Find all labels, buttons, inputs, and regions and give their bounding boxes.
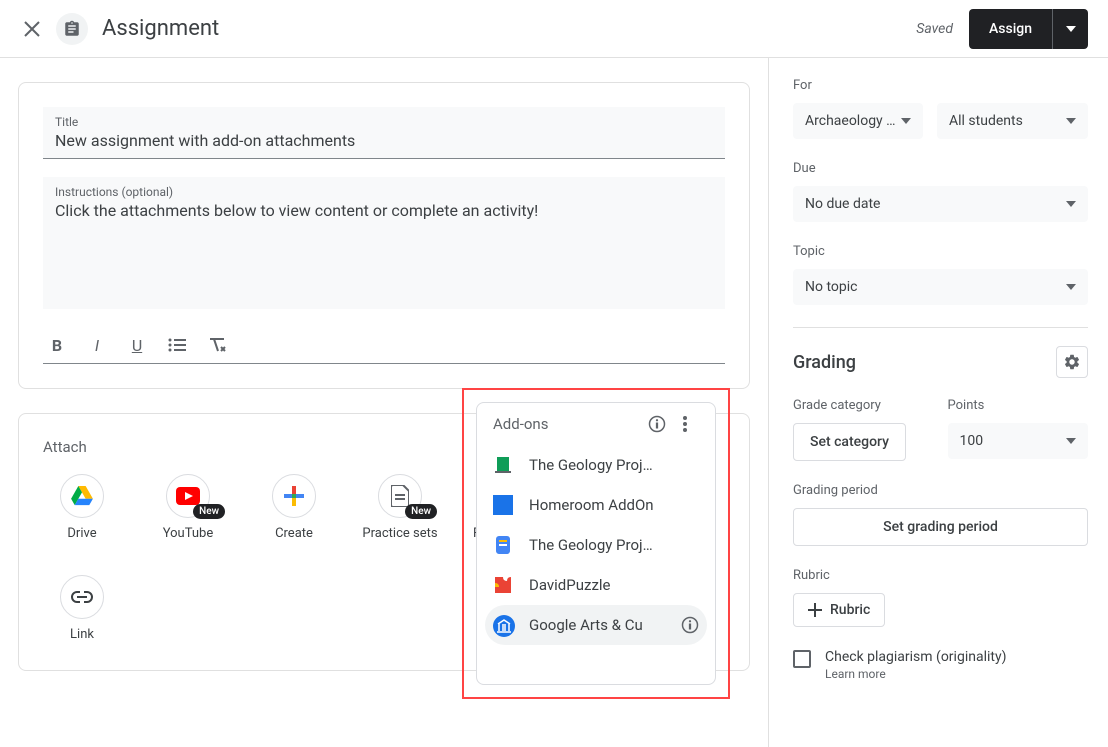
points-select[interactable]: 100 bbox=[948, 423, 1089, 459]
plus-icon bbox=[808, 603, 822, 617]
addon-item-arts-culture[interactable]: Google Arts & Cu bbox=[485, 605, 707, 645]
underline-button[interactable]: U bbox=[127, 335, 147, 355]
clipboard-icon bbox=[63, 20, 81, 38]
assign-dropdown-button[interactable] bbox=[1052, 9, 1088, 49]
close-button[interactable] bbox=[20, 17, 44, 41]
set-period-button[interactable]: Set grading period bbox=[793, 508, 1088, 546]
addon-item-geology-1[interactable]: The Geology Proj… bbox=[477, 445, 715, 485]
gear-icon bbox=[1063, 353, 1081, 371]
attach-youtube[interactable]: New YouTube bbox=[149, 474, 227, 543]
learn-more-link[interactable]: Learn more bbox=[825, 667, 1006, 681]
close-icon bbox=[24, 21, 40, 37]
plagiarism-checkbox[interactable] bbox=[793, 650, 811, 668]
assignment-type-icon bbox=[56, 13, 88, 45]
addon-info-button[interactable] bbox=[681, 616, 699, 634]
students-select[interactable]: All students bbox=[937, 103, 1088, 139]
title-input[interactable]: New assignment with add-on attachments bbox=[55, 131, 713, 150]
due-date-select[interactable]: No due date bbox=[793, 186, 1088, 222]
content-card: Title New assignment with add-on attachm… bbox=[18, 82, 750, 389]
document-icon bbox=[391, 485, 409, 507]
drive-icon bbox=[71, 486, 93, 506]
for-label: For bbox=[793, 78, 1088, 93]
addon-icon bbox=[493, 455, 513, 475]
topic-select[interactable]: No topic bbox=[793, 269, 1088, 305]
clear-format-icon bbox=[208, 337, 226, 353]
new-badge: New bbox=[193, 504, 225, 519]
addon-icon bbox=[493, 535, 513, 555]
app-header: Assignment Saved Assign bbox=[0, 0, 1108, 58]
bold-button[interactable]: B bbox=[47, 335, 67, 355]
due-label: Due bbox=[793, 161, 1088, 176]
attach-create[interactable]: Create bbox=[255, 474, 333, 543]
title-label: Title bbox=[55, 115, 713, 129]
addons-highlight-box: Add-ons The Geology Proj… Homeroom AddOn… bbox=[462, 388, 730, 699]
addon-icon bbox=[493, 495, 513, 515]
plus-color-icon bbox=[284, 486, 304, 506]
class-select[interactable]: Archaeology … bbox=[793, 103, 923, 139]
more-vert-icon bbox=[683, 416, 687, 432]
plagiarism-row: Check plagiarism (originality) Learn mor… bbox=[793, 649, 1088, 681]
caret-down-icon bbox=[1066, 118, 1076, 124]
category-label: Grade category bbox=[793, 398, 934, 413]
italic-button[interactable]: I bbox=[87, 335, 107, 355]
attach-practice-sets[interactable]: New Practice sets bbox=[361, 474, 439, 543]
set-category-button[interactable]: Set category bbox=[793, 423, 906, 461]
youtube-icon bbox=[176, 487, 200, 505]
caret-down-icon bbox=[1066, 26, 1076, 32]
topic-label: Topic bbox=[793, 244, 1088, 259]
plagiarism-label: Check plagiarism (originality) bbox=[825, 649, 1006, 665]
addons-info-button[interactable] bbox=[643, 415, 671, 433]
info-icon bbox=[648, 415, 666, 433]
addon-item-homeroom[interactable]: Homeroom AddOn bbox=[477, 485, 715, 525]
save-status: Saved bbox=[916, 21, 953, 37]
instructions-field[interactable]: Instructions (optional) Click the attach… bbox=[43, 177, 725, 309]
divider bbox=[793, 327, 1088, 328]
grading-settings-button[interactable] bbox=[1056, 346, 1088, 378]
page-title: Assignment bbox=[102, 16, 219, 41]
attach-link[interactable]: Link bbox=[43, 575, 121, 644]
addon-item-davidpuzzle[interactable]: DavidPuzzle bbox=[477, 565, 715, 605]
caret-down-icon bbox=[1066, 201, 1076, 207]
instructions-label: Instructions (optional) bbox=[55, 185, 713, 199]
rubric-label: Rubric bbox=[793, 568, 1088, 583]
addons-popup: Add-ons The Geology Proj… Homeroom AddOn… bbox=[476, 402, 716, 685]
caret-down-icon bbox=[1066, 284, 1076, 290]
points-label: Points bbox=[948, 398, 1089, 413]
new-badge: New bbox=[405, 504, 437, 519]
link-icon bbox=[71, 591, 93, 603]
bullet-list-button[interactable] bbox=[167, 335, 187, 355]
list-icon bbox=[168, 338, 186, 352]
addon-icon bbox=[493, 575, 513, 595]
caret-down-icon bbox=[901, 118, 911, 124]
settings-sidebar: For Archaeology … All students Due No du… bbox=[768, 58, 1108, 747]
addon-item-geology-2[interactable]: The Geology Proj… bbox=[477, 525, 715, 565]
add-rubric-button[interactable]: Rubric bbox=[793, 593, 885, 627]
assign-button[interactable]: Assign bbox=[969, 9, 1052, 49]
format-toolbar: B I U bbox=[43, 327, 725, 364]
addons-more-button[interactable] bbox=[671, 416, 699, 432]
period-label: Grading period bbox=[793, 483, 1088, 498]
attach-drive[interactable]: Drive bbox=[43, 474, 121, 543]
instructions-input[interactable]: Click the attachments below to view cont… bbox=[55, 201, 713, 220]
caret-down-icon bbox=[1066, 438, 1076, 444]
title-field[interactable]: Title New assignment with add-on attachm… bbox=[43, 107, 725, 159]
grading-heading: Grading bbox=[793, 346, 1088, 378]
clear-format-button[interactable] bbox=[207, 335, 227, 355]
addon-icon bbox=[493, 615, 513, 635]
addons-title: Add-ons bbox=[493, 415, 643, 433]
info-icon bbox=[681, 616, 699, 634]
